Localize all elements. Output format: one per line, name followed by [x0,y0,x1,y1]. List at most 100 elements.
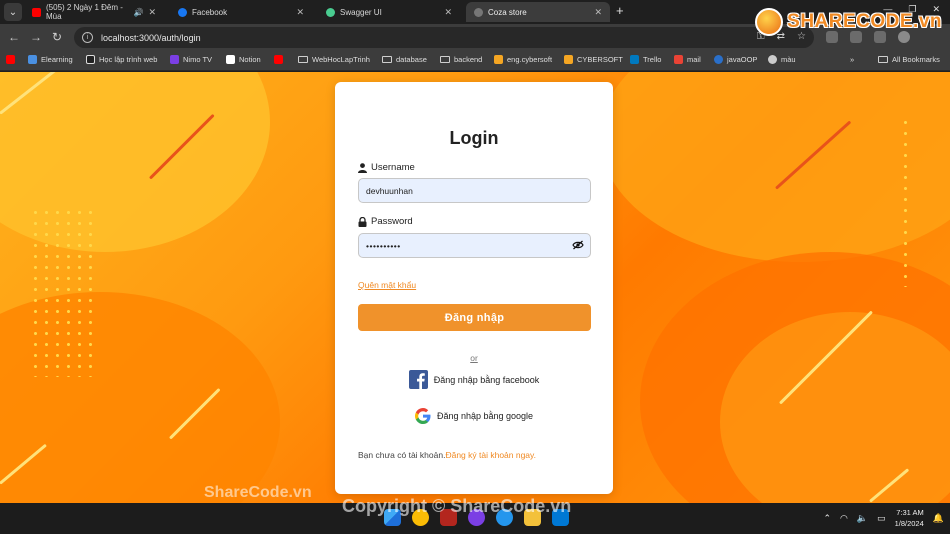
bookmark-cybersoft[interactable]: CYBERSOFT [564,55,623,64]
bookmark-label: backend [454,55,483,64]
forward-button[interactable]: → [30,30,42,44]
dot-pattern [30,207,100,377]
folder-icon [440,56,450,63]
folder-icon [298,56,308,63]
watermark-text: ShareCode.vn [204,484,312,501]
clock-time: 7:31 AM [896,508,924,517]
bookmark-youtube-2[interactable] [274,55,283,64]
battery-icon[interactable]: ▭ [877,513,886,524]
bookmarks-bar: Elearning Học lập trình web Nimo TV Noti… [0,51,950,71]
bookmark-notion[interactable]: Notion [226,55,261,64]
site-info-icon[interactable]: i [82,32,93,43]
bookmark-eng-cybersoft[interactable]: eng.cybersoft [494,55,552,64]
bookmark-javaoop[interactable]: javaOOP [714,55,757,64]
signup-prompt: Bạn chưa có tài khoản.Đăng ký tài khoản … [358,450,536,460]
gmail-icon [674,55,683,64]
all-bookmarks[interactable]: All Bookmarks [878,55,940,64]
reload-button[interactable]: ↻ [52,30,62,44]
username-input[interactable]: devhuunhan [358,178,591,203]
tab-facebook[interactable]: Facebook ✕ [170,2,312,22]
bookmarks-overflow-icon[interactable]: » [850,55,854,64]
bookmark-label: mail [687,55,701,64]
bookmark-label: Học lập trình web [99,55,158,64]
youtube-icon [32,7,41,17]
youtube-icon [274,55,283,64]
trello-icon [630,55,639,64]
bookmark-label: database [396,55,427,64]
swagger-icon [326,7,335,17]
copyright-watermark: Copyright © ShareCode.vn [342,496,572,516]
bookmark-database[interactable]: database [382,55,427,64]
sharecode-logo-icon [755,8,784,36]
bookmark-backend[interactable]: backend [440,55,482,64]
close-icon[interactable]: ✕ [444,7,452,18]
tab-title: Swagger UI [340,7,382,17]
address-bar[interactable]: i localhost:3000/auth/login ⚿ ⇄ ☆ [74,27,814,48]
dot-pattern [900,117,912,287]
bookmark-label: All Bookmarks [892,55,940,64]
bookmark-webhoclaptrinh[interactable]: WebHocLapTrinh [298,55,370,64]
bookmark-nimo[interactable]: Nimo TV [170,55,212,64]
or-divider[interactable]: or [335,353,613,363]
google-icon [414,408,431,424]
sharecode-logo: SHARECODE.vn [755,8,942,36]
google-login-button[interactable]: Đăng nhập bằng google [335,408,613,424]
tab-title: Facebook [192,7,228,17]
facebook-login-label: Đăng nhập bằng facebook [433,374,540,385]
bookmark-label: Trello [643,55,662,64]
tab-swagger[interactable]: Swagger UI ✕ [318,2,460,22]
new-tab-button[interactable]: + [616,3,624,18]
signup-prompt-text: Bạn chưa có tài khoản. [358,450,446,460]
folder-icon [382,56,392,63]
globe-icon [474,7,483,17]
c-icon [86,55,95,64]
tab-title: Coza store [488,7,527,17]
bookmark-label: Notion [239,55,261,64]
notification-bell-icon[interactable]: 🔔 [933,513,944,524]
facebook-icon [178,7,187,17]
bookmark-mau[interactable]: màu [768,55,796,64]
tab-search-button[interactable]: ⌄ [4,3,22,21]
bookmark-label: WebHocLapTrinh [312,55,370,64]
bookmark-elearning[interactable]: Elearning [28,55,73,64]
tab-title: (505) 2 Ngày 1 Đêm - Mùa [46,3,123,21]
signup-link[interactable]: Đăng ký tài khoản ngay. [445,450,536,460]
bookmark-mail[interactable]: mail [674,55,701,64]
tab-coza-store[interactable]: Coza store ✕ [466,2,610,22]
folder-icon [878,56,888,63]
bookmark-label: CYBERSOFT [577,55,623,64]
notion-icon [226,55,235,64]
wifi-icon[interactable]: ◠ [840,513,848,524]
password-input[interactable]: •••••••••• [358,233,591,258]
globe-icon [768,55,777,64]
java-icon [714,55,723,64]
forgot-password-link[interactable]: Quên mật khẩu [358,280,416,290]
password-label-row: Password [358,216,413,227]
username-value[interactable]: devhuunhan [366,186,413,196]
login-card: Login Username devhuunhan Password •••••… [335,82,613,494]
close-icon[interactable]: ✕ [594,7,602,18]
bookmark-label: màu [781,55,796,64]
username-label: Username [371,162,415,173]
volume-icon[interactable]: 🔈 [857,513,868,524]
username-label-row: Username [358,162,415,173]
bookmark-hoc-lap-trinh[interactable]: Học lập trình web [86,55,157,64]
youtube-icon [6,55,15,64]
facebook-login-button[interactable]: Đăng nhập bằng facebook [335,370,613,389]
bookmark-trello[interactable]: Trello [630,55,661,64]
close-icon[interactable]: ✕ [148,7,156,18]
tab-youtube[interactable]: (505) 2 Ngày 1 Đêm - Mùa 🔊 ✕ [24,2,164,22]
login-button[interactable]: Đăng nhập [358,304,591,331]
bookmark-label: javaOOP [727,55,758,64]
password-value[interactable]: •••••••••• [366,241,401,251]
back-button[interactable]: ← [8,30,20,44]
bookmark-youtube[interactable] [6,55,15,64]
chevron-up-icon[interactable]: ⌃ [823,513,831,524]
close-icon[interactable]: ✕ [296,7,304,18]
url-text[interactable]: localhost:3000/auth/login [101,33,201,43]
lock-icon [358,216,367,227]
eye-slash-icon[interactable] [572,240,584,250]
clock[interactable]: 7:31 AM 1/8/2024 [895,507,924,529]
login-page: Login Username devhuunhan Password •••••… [0,72,950,503]
speaker-icon[interactable]: 🔊 [133,8,143,17]
